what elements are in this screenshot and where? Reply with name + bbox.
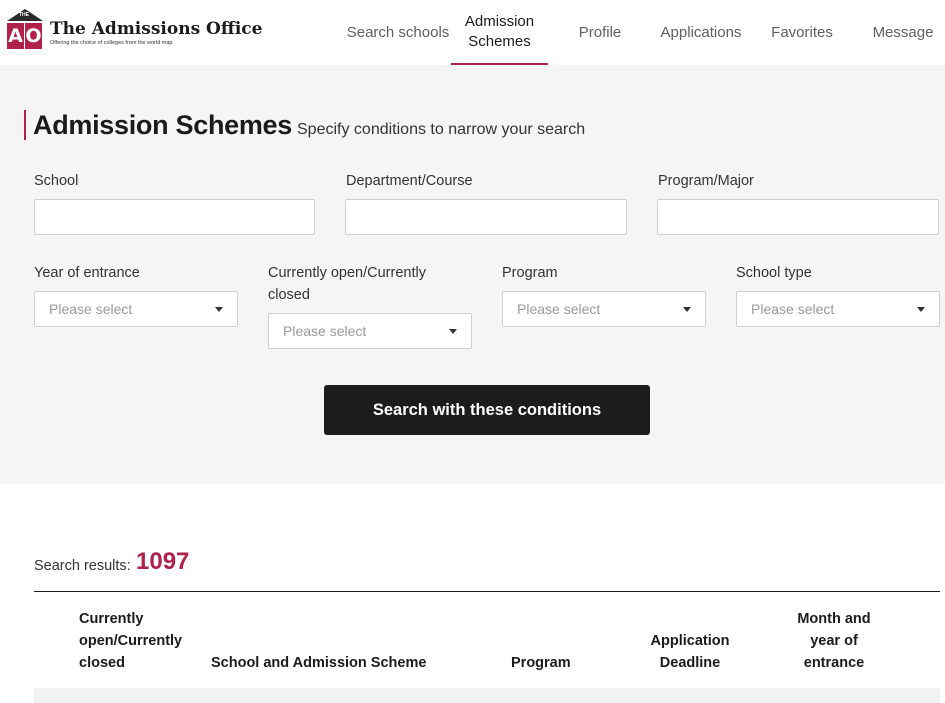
col-header-deadline[interactable]: Application Deadline	[640, 630, 740, 674]
nav-admission-schemes-label-line1: Admission	[464, 12, 535, 30]
program-major-input[interactable]	[657, 199, 939, 235]
col-header-status-line3: closed	[79, 655, 125, 671]
col-header-deadline-line1: Application	[650, 633, 730, 649]
department-label: Department/Course	[346, 173, 473, 189]
open-closed-select[interactable]: Please select	[268, 313, 472, 349]
program-label: Program	[502, 265, 558, 281]
year-of-entrance-placeholder: Please select	[49, 301, 133, 317]
nav-search-schools-label: Search schools	[346, 24, 450, 41]
nav-applications-label: Applications	[660, 24, 742, 41]
page-title: Admission Schemes	[33, 110, 292, 140]
search-results-label: Search results:	[34, 558, 131, 574]
nav-message-label: Message	[872, 24, 934, 41]
program-major-label: Program/Major	[658, 173, 754, 189]
nav-message[interactable]: Message	[866, 0, 940, 65]
nav-favorites-label: Favorites	[771, 24, 833, 41]
logo-small-text: THE	[19, 12, 29, 18]
nav-admission-schemes-label-line2: Schemes	[468, 32, 531, 50]
chevron-down-icon	[683, 307, 691, 312]
brand-name: The Admissions Office	[50, 19, 263, 39]
results-divider	[34, 591, 940, 592]
col-header-program[interactable]: Program	[511, 652, 571, 674]
department-input[interactable]	[345, 199, 627, 235]
logo-mark-icon: THE A O	[6, 9, 44, 51]
nav-admission-schemes[interactable]: Admission Schemes	[451, 0, 548, 65]
site-logo[interactable]: THE A O The Admissions Office Offering t…	[6, 9, 262, 53]
brand-tagline: Offering the choice of colleges from the…	[50, 40, 173, 46]
open-closed-placeholder: Please select	[283, 323, 367, 339]
col-header-status-line2: open/Currently	[79, 633, 183, 649]
col-header-school[interactable]: School and Admission Scheme	[211, 652, 426, 674]
chevron-down-icon	[215, 307, 223, 312]
page-subtitle: Specify conditions to narrow your search	[297, 121, 586, 138]
school-input[interactable]	[34, 199, 315, 235]
program-placeholder: Please select	[517, 301, 601, 317]
col-header-entrance[interactable]: Month and year of entrance	[784, 608, 884, 674]
col-header-status[interactable]: Currently open/Currently closed	[79, 608, 182, 674]
title-accent-bar	[24, 110, 26, 140]
nav-applications[interactable]: Applications	[652, 0, 750, 65]
school-type-select[interactable]: Please select	[736, 291, 940, 327]
nav-search-schools[interactable]: Search schools	[344, 0, 452, 65]
logo-letter-a: A	[7, 23, 24, 49]
chevron-down-icon	[917, 307, 925, 312]
col-header-deadline-line2: Deadline	[659, 655, 721, 671]
school-type-label: School type	[736, 265, 812, 281]
school-label: School	[34, 173, 79, 189]
school-type-placeholder: Please select	[751, 301, 835, 317]
year-of-entrance-label: Year of entrance	[34, 265, 140, 281]
nav-profile[interactable]: Profile	[560, 0, 640, 65]
col-header-status-line1: Currently	[79, 611, 144, 627]
col-header-entrance-line1: Month and	[797, 611, 871, 627]
program-select[interactable]: Please select	[502, 291, 706, 327]
chevron-down-icon	[449, 329, 457, 334]
logo-letter-o: O	[25, 23, 42, 49]
search-results-count: 1097	[136, 548, 190, 575]
col-header-entrance-line3: entrance	[803, 655, 865, 671]
top-header: THE A O The Admissions Office Offering t…	[0, 0, 945, 65]
open-closed-label: Currently open/Currently closed	[268, 265, 426, 303]
search-button[interactable]: Search with these conditions	[324, 385, 650, 435]
nav-favorites[interactable]: Favorites	[762, 0, 842, 65]
col-header-entrance-line2: year of	[810, 633, 858, 649]
year-of-entrance-select[interactable]: Please select	[34, 291, 238, 327]
nav-profile-label: Profile	[578, 24, 622, 41]
table-row[interactable]	[34, 688, 940, 703]
